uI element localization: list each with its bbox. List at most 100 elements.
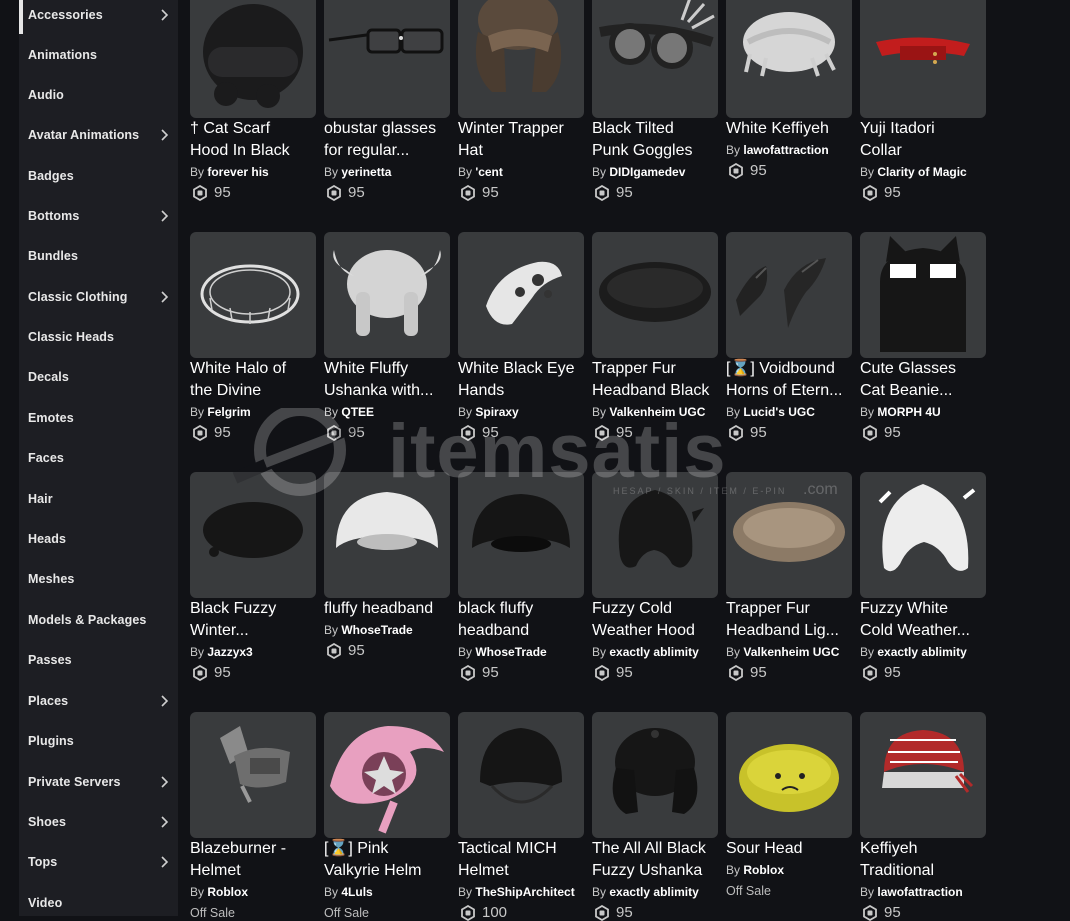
item-name[interactable]: [⌛] Pink Valkyrie Helm <box>324 838 452 882</box>
sidebar-item-heads[interactable]: Heads <box>19 524 178 554</box>
sidebar-item-emotes[interactable]: Emotes <box>19 403 178 433</box>
item-thumbnail[interactable] <box>190 0 316 118</box>
item-thumbnail[interactable] <box>458 0 584 118</box>
creator-link[interactable]: Lucid's UGC <box>743 405 815 419</box>
item-name[interactable]: Trapper Fur Headband Black <box>592 358 720 402</box>
item-name[interactable]: Winter Trapper Hat <box>458 118 586 162</box>
item-name[interactable]: † Cat Scarf Hood In Black <box>190 118 318 162</box>
sidebar-item-accessories[interactable]: Accessories <box>19 0 178 30</box>
sidebar-item-video[interactable]: Video <box>19 888 178 916</box>
item-thumbnail[interactable] <box>458 232 584 358</box>
creator-link[interactable]: Spiraxy <box>475 405 518 419</box>
creator-link[interactable]: yerinetta <box>341 165 391 179</box>
sidebar-item-places[interactable]: Places <box>19 686 178 716</box>
item-thumbnail[interactable] <box>726 0 852 118</box>
sidebar-item-classic-clothing[interactable]: Classic Clothing <box>19 282 178 312</box>
item-thumbnail[interactable] <box>324 712 450 838</box>
item-name[interactable]: White Halo of the Divine <box>190 358 318 402</box>
creator-link[interactable]: Valkenheim UGC <box>743 645 839 659</box>
sidebar-item-hair[interactable]: Hair <box>19 484 178 514</box>
item-thumbnail[interactable] <box>458 712 584 838</box>
creator-link[interactable]: lawofattraction <box>743 143 828 157</box>
item-name[interactable]: Fuzzy White Cold Weather... <box>860 598 988 642</box>
item-thumbnail[interactable] <box>592 0 718 118</box>
item-name[interactable]: Tactical MICH Helmet <box>458 838 586 882</box>
creator-link[interactable]: TheShipArchitect <box>475 885 574 899</box>
sidebar-item-classic-heads[interactable]: Classic Heads <box>19 322 178 352</box>
item-name[interactable]: White Black Eye Hands <box>458 358 586 402</box>
item-thumbnail[interactable] <box>324 0 450 118</box>
item-thumbnail[interactable] <box>458 472 584 598</box>
sidebar-item-shoes[interactable]: Shoes <box>19 807 178 837</box>
creator-link[interactable]: Roblox <box>207 885 248 899</box>
item-name[interactable]: Black Fuzzy Winter... <box>190 598 318 642</box>
item-thumbnail[interactable] <box>324 232 450 358</box>
item-name[interactable]: fluffy headband <box>324 598 452 620</box>
item-name[interactable]: black fluffy headband <box>458 598 586 642</box>
item-name[interactable]: obustar glasses for regular... <box>324 118 452 162</box>
sidebar-item-models-packages[interactable]: Models & Packages <box>19 605 178 635</box>
sidebar-item-decals[interactable]: Decals <box>19 362 178 392</box>
creator-link[interactable]: forever his <box>207 165 268 179</box>
sidebar-item-tops[interactable]: Tops <box>19 847 178 877</box>
item-thumbnail[interactable] <box>726 232 852 358</box>
item-thumbnail[interactable] <box>860 472 986 598</box>
item-thumbnail[interactable] <box>860 232 986 358</box>
item-name[interactable]: [⌛] Voidbound Horns of Etern... <box>726 358 854 402</box>
item-name[interactable]: Blazeburner - Helmet <box>190 838 318 882</box>
item-thumbnail[interactable] <box>592 472 718 598</box>
item-name[interactable]: The All All Black Fuzzy Ushanka <box>592 838 720 882</box>
item-thumbnail[interactable] <box>324 472 450 598</box>
creator-link[interactable]: DIDIgamedev <box>609 165 685 179</box>
item-name[interactable]: Yuji Itadori Collar <box>860 118 988 162</box>
item-thumbnail[interactable] <box>726 472 852 598</box>
item-name[interactable]: Sour Head <box>726 838 854 860</box>
sidebar-item-label: Plugins <box>28 734 74 748</box>
creator-link[interactable]: exactly ablimity <box>609 885 698 899</box>
item-name-line-2: headband <box>458 622 530 639</box>
item-name[interactable]: White Fluffy Ushanka with... <box>324 358 452 402</box>
sidebar-item-plugins[interactable]: Plugins <box>19 726 178 756</box>
sidebar-item-animations[interactable]: Animations <box>19 40 178 70</box>
item-name[interactable]: Cute Glasses Cat Beanie... <box>860 358 988 402</box>
sidebar-item-bottoms[interactable]: Bottoms <box>19 201 178 231</box>
item-name[interactable]: White Keffiyeh <box>726 118 854 140</box>
creator-link[interactable]: WhoseTrade <box>475 645 546 659</box>
sidebar-item-audio[interactable]: Audio <box>19 80 178 110</box>
sidebar-item-bundles[interactable]: Bundles <box>19 241 178 271</box>
creator-link[interactable]: MORPH 4U <box>877 405 940 419</box>
sidebar-item-private-servers[interactable]: Private Servers <box>19 767 178 797</box>
creator-link[interactable]: Roblox <box>743 863 784 877</box>
creator-link[interactable]: exactly ablimity <box>609 645 698 659</box>
creator-link[interactable]: 4Luls <box>341 885 372 899</box>
sidebar-item-avatar-animations[interactable]: Avatar Animations <box>19 120 178 150</box>
creator-link[interactable]: 'cent <box>475 165 503 179</box>
sidebar-item-badges[interactable]: Badges <box>19 161 178 191</box>
creator-link[interactable]: Valkenheim UGC <box>609 405 705 419</box>
creator-link[interactable]: Jazzyx3 <box>207 645 252 659</box>
creator-link[interactable]: exactly ablimity <box>877 645 966 659</box>
creator-link[interactable]: lawofattraction <box>877 885 962 899</box>
sidebar-item-meshes[interactable]: Meshes <box>19 564 178 594</box>
item-name[interactable]: Fuzzy Cold Weather Hood <box>592 598 720 642</box>
sidebar-item-passes[interactable]: Passes <box>19 645 178 675</box>
item-thumbnail[interactable] <box>860 712 986 838</box>
creator-link[interactable]: Felgrim <box>207 405 250 419</box>
item-thumbnail[interactable] <box>726 712 852 838</box>
item-name[interactable]: Keffiyeh Traditional <box>860 838 988 882</box>
item-thumbnail[interactable] <box>190 712 316 838</box>
item-thumbnail[interactable] <box>860 0 986 118</box>
creator-link[interactable]: Clarity of Magic <box>877 165 966 179</box>
item-thumbnail[interactable] <box>592 232 718 358</box>
by-label: By <box>860 885 875 899</box>
creator-link[interactable]: QTEE <box>341 405 374 419</box>
item-name-line-2: Fuzzy Ushanka <box>592 862 703 879</box>
sidebar-item-label: Decals <box>28 370 69 384</box>
item-thumbnail[interactable] <box>592 712 718 838</box>
item-name[interactable]: Trapper Fur Headband Lig... <box>726 598 854 642</box>
creator-link[interactable]: WhoseTrade <box>341 623 412 637</box>
item-thumbnail[interactable] <box>190 472 316 598</box>
item-name[interactable]: Black Tilted Punk Goggles <box>592 118 720 162</box>
sidebar-item-faces[interactable]: Faces <box>19 443 178 473</box>
item-thumbnail[interactable] <box>190 232 316 358</box>
